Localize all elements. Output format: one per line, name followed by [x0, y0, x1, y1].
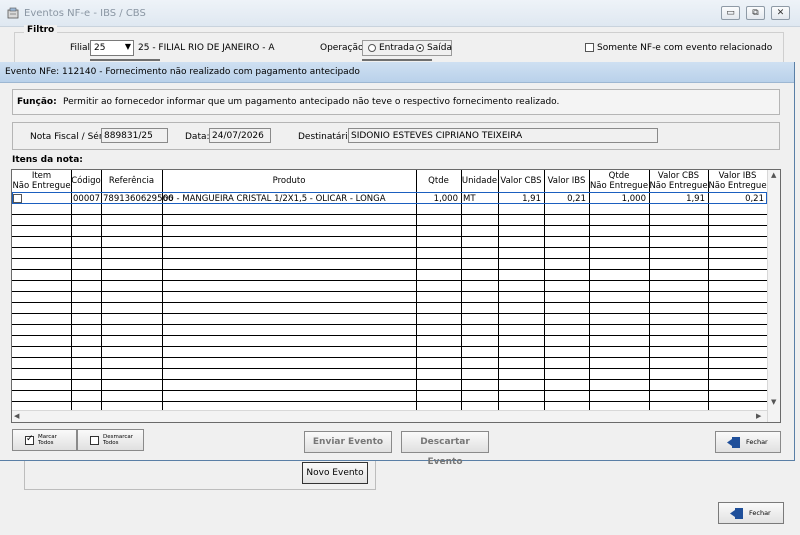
- cell-unidade[interactable]: MT: [463, 194, 476, 204]
- parent-fechar-button[interactable]: Fechar: [718, 502, 784, 524]
- filial-select-value: 25: [94, 43, 106, 53]
- data-label: Data:: [185, 132, 210, 142]
- fechar-button[interactable]: Fechar: [715, 431, 781, 453]
- nota-fiscal-field[interactable]: 889831/25: [101, 128, 168, 143]
- scroll-up-icon[interactable]: ▲: [771, 171, 776, 179]
- exit-door-icon: [727, 437, 740, 448]
- vertical-scrollbar[interactable]: ▲ ▼: [767, 170, 780, 422]
- radio-saida-label[interactable]: Saída: [427, 43, 452, 53]
- marcar-todos-label: Marcar Todos: [38, 434, 57, 446]
- minimize-icon: ▭: [726, 8, 735, 18]
- header-text: Item Não Entregue: [12, 171, 71, 191]
- desmarcar-todos-label: Desmarcar Todos: [103, 434, 134, 446]
- header-item-nao-entregue[interactable]: Item Não Entregue: [12, 171, 71, 191]
- cell-produto[interactable]: 00 - MANGUEIRA CRISTAL 1/2X1,5 - OLICAR …: [163, 194, 386, 204]
- radio-entrada-label[interactable]: Entrada: [379, 43, 414, 53]
- fechar-label: Fechar: [746, 438, 768, 446]
- parent-window-title: Eventos NF-e - IBS / CBS: [24, 8, 146, 19]
- header-produto[interactable]: Produto: [162, 176, 416, 186]
- dialog-titlebar: Evento NFe: 112140 - Fornecimento não re…: [0, 62, 794, 83]
- cell-valor-ibs[interactable]: 0,21: [544, 194, 586, 204]
- novo-evento-button[interactable]: Novo Evento: [302, 462, 368, 484]
- header-qtde[interactable]: Qtde: [416, 176, 461, 186]
- cell-valor-ibs-nao-entregue[interactable]: 0,21: [708, 194, 764, 204]
- operacao-label: Operação:: [320, 43, 367, 53]
- header-unidade[interactable]: Unidade: [461, 176, 498, 186]
- filtro-legend: Filtro: [24, 25, 58, 35]
- close-icon: ✕: [776, 8, 785, 18]
- parent-titlebar: Eventos NF-e - IBS / CBS ▭ ⧉ ✕: [0, 0, 800, 27]
- header-referencia[interactable]: Referência: [101, 176, 162, 186]
- header-valor-ibs-nao-entregue[interactable]: Valor IBS Não Entregue: [708, 171, 767, 191]
- filial-select[interactable]: 25 ▼: [90, 40, 134, 56]
- header-qtde-nao-entregue[interactable]: Qtde Não Entregue: [589, 171, 649, 191]
- horizontal-scrollbar[interactable]: ◀ ▶: [12, 410, 767, 422]
- minimize-button[interactable]: ▭: [721, 6, 740, 20]
- somente-nfe-checkbox[interactable]: [585, 43, 594, 52]
- header-codigo[interactable]: Código: [71, 176, 101, 186]
- data-field[interactable]: 24/07/2026: [209, 128, 271, 143]
- scroll-down-icon[interactable]: ▼: [771, 398, 776, 406]
- descartar-evento-button[interactable]: Descartar Evento: [401, 431, 489, 467]
- radio-entrada[interactable]: [368, 44, 376, 52]
- restore-button[interactable]: ⧉: [746, 6, 765, 20]
- filial-underline: [90, 59, 160, 61]
- chevron-down-icon[interactable]: ▼: [125, 42, 131, 51]
- row-item-checkbox[interactable]: [13, 194, 22, 203]
- radio-saida[interactable]: [416, 44, 424, 52]
- checkbox-checked-icon: [25, 434, 34, 445]
- scroll-right-icon[interactable]: ▶: [756, 412, 761, 420]
- evento-dialog: Evento NFe: 112140 - Fornecimento não re…: [0, 62, 795, 467]
- cell-valor-cbs[interactable]: 1,91: [498, 194, 541, 204]
- parent-fechar-label: Fechar: [749, 509, 771, 517]
- enviar-evento-button[interactable]: Enviar Evento: [304, 431, 392, 453]
- header-valor-cbs[interactable]: Valor CBS: [498, 176, 544, 186]
- header-valor-cbs-nao-entregue[interactable]: Valor CBS Não Entregue: [649, 171, 708, 191]
- funcao-label: Função:: [17, 97, 57, 107]
- app-icon: [7, 7, 19, 19]
- somente-nfe-label[interactable]: Somente NF-e com evento relacionado: [597, 43, 772, 53]
- desmarcar-todos-button[interactable]: Desmarcar Todos: [77, 429, 144, 451]
- marcar-todos-button[interactable]: Marcar Todos: [12, 429, 77, 451]
- destinatario-field[interactable]: SIDONIO ESTEVES CIPRIANO TEIXEIRA: [348, 128, 658, 143]
- operacao-radio-group: Entrada Saída: [362, 40, 452, 56]
- close-button[interactable]: ✕: [771, 6, 790, 20]
- scroll-left-icon[interactable]: ◀: [14, 412, 19, 420]
- cell-valor-cbs-nao-entregue[interactable]: 1,91: [649, 194, 705, 204]
- exit-door-icon: [730, 508, 743, 519]
- restore-icon: ⧉: [752, 8, 759, 18]
- operacao-underline: [362, 59, 432, 61]
- cell-qtde-nao-entregue[interactable]: 1,000: [589, 194, 646, 204]
- filial-name: 25 - FILIAL RIO DE JANEIRO - A: [138, 43, 275, 53]
- grid-lines: [12, 170, 767, 410]
- header-valor-ibs[interactable]: Valor IBS: [544, 176, 589, 186]
- dialog-title: Evento NFe: 112140 - Fornecimento não re…: [5, 67, 360, 77]
- itens-label: Itens da nota:: [12, 155, 83, 165]
- itens-grid: Item Não Entregue Código Referência Prod…: [11, 169, 781, 423]
- cell-codigo[interactable]: 00007: [73, 194, 100, 204]
- funcao-text: Permitir ao fornecedor informar que um p…: [63, 97, 560, 107]
- cell-qtde[interactable]: 1,000: [416, 194, 458, 204]
- checkbox-empty-icon: [90, 436, 99, 445]
